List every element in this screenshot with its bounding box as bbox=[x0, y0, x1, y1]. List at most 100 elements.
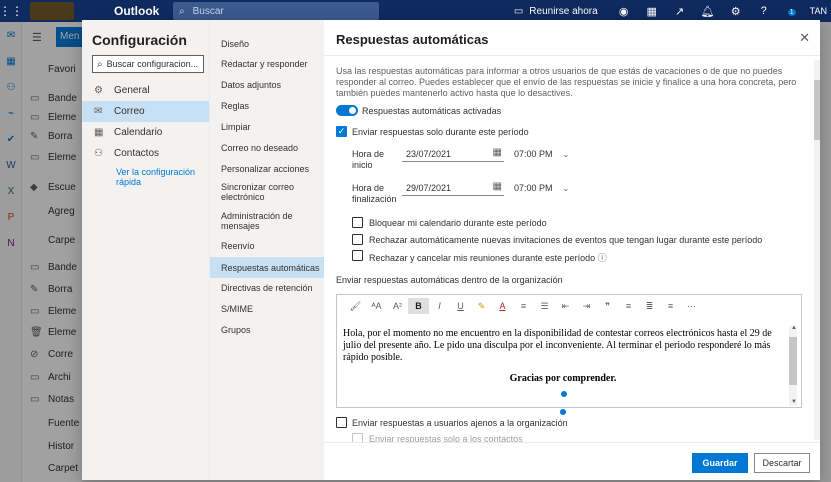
period-checkbox-label: Enviar respuestas solo durante este perí… bbox=[352, 127, 529, 137]
people-icon: ⚇ bbox=[94, 148, 103, 159]
decline-invitations-checkbox[interactable] bbox=[352, 234, 363, 245]
align-center-icon[interactable]: ≣ bbox=[639, 298, 660, 314]
start-time-value: 07:00 PM bbox=[514, 149, 553, 159]
message-editor[interactable]: 🖌︎ ᴬA A² B I U ✎ A ≡ ☰ ⇤ ⇥ ❞ ≡ ≣ ≡ ··· H… bbox=[336, 294, 802, 408]
period-checkbox[interactable]: ✓ bbox=[336, 126, 347, 137]
app-name[interactable]: Outlook bbox=[114, 4, 159, 18]
close-icon[interactable]: ✕ bbox=[799, 30, 810, 46]
whats-new-badge: 1 bbox=[787, 9, 796, 16]
align-right-icon[interactable]: ≡ bbox=[660, 298, 681, 314]
block-calendar-checkbox[interactable] bbox=[352, 217, 363, 228]
chevron-down-icon: ⌄ bbox=[562, 184, 570, 193]
search-icon: ⌕ bbox=[179, 5, 185, 17]
nav-calendar[interactable]: ▦ Calendario bbox=[82, 122, 209, 143]
resize-handle-bottom[interactable] bbox=[560, 409, 566, 415]
office-icon[interactable]: ▦ bbox=[638, 5, 666, 18]
settings-search-input[interactable]: ⌕ Buscar configuracion... bbox=[92, 55, 204, 73]
calendar-icon: ▦ bbox=[492, 147, 502, 158]
search-input[interactable]: ⌕ Buscar bbox=[173, 2, 379, 20]
bell-icon[interactable]: 🔔︎ bbox=[694, 5, 722, 18]
align-left-icon[interactable]: ≡ bbox=[618, 298, 639, 314]
auto-replies-toggle[interactable] bbox=[336, 105, 358, 116]
auto-replies-panel: Respuestas automáticas ✕ Usa las respues… bbox=[324, 20, 820, 480]
feedback-icon[interactable]: ↗ bbox=[666, 5, 694, 18]
mail-subnav-item[interactable]: Limpiar bbox=[210, 117, 325, 137]
mail-subnav-item[interactable]: Diseño bbox=[210, 34, 325, 54]
mail-subnav-item[interactable]: Correo no deseado bbox=[210, 138, 325, 158]
italic-button[interactable]: I bbox=[429, 298, 450, 314]
more-options-icon[interactable]: ··· bbox=[681, 298, 702, 314]
bullets-icon[interactable]: ≡ bbox=[513, 298, 534, 314]
message-closing[interactable]: Gracias por comprender. bbox=[337, 373, 789, 384]
end-date-value: 29/07/2021 bbox=[406, 183, 452, 193]
scroll-down-icon[interactable]: ▼ bbox=[791, 399, 797, 405]
superscript-icon[interactable]: A² bbox=[387, 298, 408, 314]
save-button[interactable]: Guardar bbox=[692, 453, 748, 473]
quick-settings-link[interactable]: Ver la configuración rápida bbox=[116, 167, 206, 187]
skype-icon[interactable]: ◉ bbox=[610, 5, 638, 18]
mail-subnav-item[interactable]: Sincronizar correo electrónico bbox=[210, 178, 325, 206]
scroll-up-icon[interactable]: ▲ bbox=[791, 325, 797, 331]
font-size-icon[interactable]: ᴬA bbox=[366, 298, 387, 314]
meet-now-button[interactable]: ▭ Reunirse ahora bbox=[514, 6, 598, 17]
search-icon: ⌕ bbox=[97, 58, 103, 70]
nav-contacts[interactable]: ⚇ Contactos bbox=[82, 143, 209, 164]
app-launcher-icon[interactable]: ⋮⋮ bbox=[0, 0, 23, 22]
outside-org-checkbox[interactable] bbox=[336, 417, 347, 428]
mail-icon: ✉ bbox=[94, 106, 103, 117]
cancel-meetings-checkbox[interactable] bbox=[352, 250, 363, 261]
bold-button[interactable]: B bbox=[408, 298, 429, 314]
block-calendar-label: Bloquear mi calendario durante este perí… bbox=[369, 218, 547, 228]
mail-subnav-item[interactable]: S/MIME bbox=[210, 299, 325, 319]
mail-subnav-item[interactable]: Administración de mensajes bbox=[210, 206, 325, 236]
discard-button[interactable]: Descartar bbox=[754, 453, 810, 473]
nav-label: Correo bbox=[114, 106, 145, 117]
video-camera-icon: ▭ bbox=[513, 5, 524, 17]
user-initials[interactable]: TAN bbox=[810, 6, 827, 16]
calendar-icon: ▦ bbox=[94, 127, 104, 138]
nav-general[interactable]: ⚙ General bbox=[82, 80, 209, 101]
settings-search-placeholder: Buscar configuracion... bbox=[106, 59, 199, 69]
megaphone-icon[interactable]: 1 bbox=[778, 5, 806, 17]
top-bar: ⋮⋮ Outlook ⌕ Buscar ▭ Reunirse ahora ◉ ▦… bbox=[0, 0, 831, 22]
mail-subnav-item[interactable]: Reglas bbox=[210, 96, 325, 116]
highlight-icon[interactable]: ✎ bbox=[471, 298, 492, 314]
editor-scrollbar-thumb[interactable] bbox=[789, 337, 797, 385]
format-toolbar: 🖌︎ ᴬA A² B I U ✎ A ≡ ☰ ⇤ ⇥ ❞ ≡ ≣ ≡ ··· bbox=[337, 295, 801, 317]
cancel-meetings-label: Rechazar y cancelar mis reuniones durant… bbox=[369, 251, 607, 264]
mail-subnav-item[interactable]: Respuestas automáticas bbox=[210, 257, 325, 278]
resize-handle-top[interactable] bbox=[561, 391, 567, 397]
numbering-icon[interactable]: ☰ bbox=[534, 298, 555, 314]
quote-icon[interactable]: ❞ bbox=[597, 298, 618, 314]
end-date-picker[interactable]: 29/07/2021 ▦ bbox=[402, 180, 504, 196]
decline-invitations-label: Rechazar automáticamente nuevas invitaci… bbox=[369, 235, 763, 245]
mail-subnav-item[interactable]: Personalizar acciones bbox=[210, 159, 325, 179]
font-color-button[interactable]: A bbox=[492, 298, 513, 314]
gear-icon: ⚙ bbox=[94, 85, 103, 96]
message-body[interactable]: Hola, por el momento no me encuentro en … bbox=[343, 328, 781, 364]
increase-indent-icon[interactable]: ⇥ bbox=[576, 298, 597, 314]
start-date-picker[interactable]: 23/07/2021 ▦ bbox=[402, 146, 504, 162]
gear-icon[interactable]: ⚙ bbox=[722, 5, 750, 18]
inside-org-label: Enviar respuestas automáticas dentro de … bbox=[336, 275, 563, 285]
help-icon[interactable]: ? bbox=[750, 5, 778, 17]
mail-subnav-item[interactable]: Datos adjuntos bbox=[210, 75, 325, 95]
mail-subnav-item[interactable]: Grupos bbox=[210, 320, 325, 340]
settings-dialog: Configuración ⌕ Buscar configuracion... … bbox=[82, 20, 820, 480]
format-painter-icon[interactable]: 🖌︎ bbox=[345, 298, 366, 314]
decrease-indent-icon[interactable]: ⇤ bbox=[555, 298, 576, 314]
end-time-label: Hora de finalización bbox=[352, 183, 397, 204]
start-time-dropdown[interactable]: 07:00 PM ⌄ bbox=[514, 149, 569, 159]
nav-mail[interactable]: ✉ Correo bbox=[82, 101, 209, 122]
mail-subnav-item[interactable]: Reenvío bbox=[210, 236, 325, 256]
end-time-dropdown[interactable]: 07:00 PM ⌄ bbox=[514, 183, 569, 193]
panel-scrollbar-thumb[interactable] bbox=[814, 80, 820, 140]
mail-subnav-item[interactable]: Redactar y responder bbox=[210, 54, 325, 74]
cancel-meetings-text: Rechazar y cancelar mis reuniones durant… bbox=[369, 253, 596, 263]
nav-label: Contactos bbox=[114, 148, 160, 159]
info-icon[interactable]: ⓘ bbox=[598, 253, 607, 263]
top-actions: ▭ Reunirse ahora ◉ ▦ ↗ 🔔︎ ⚙ ? 1 TAN bbox=[514, 0, 831, 22]
underline-button[interactable]: U bbox=[450, 298, 471, 314]
mail-subnav-item[interactable]: Directivas de retención bbox=[210, 278, 325, 298]
nav-label: Calendario bbox=[114, 127, 163, 138]
